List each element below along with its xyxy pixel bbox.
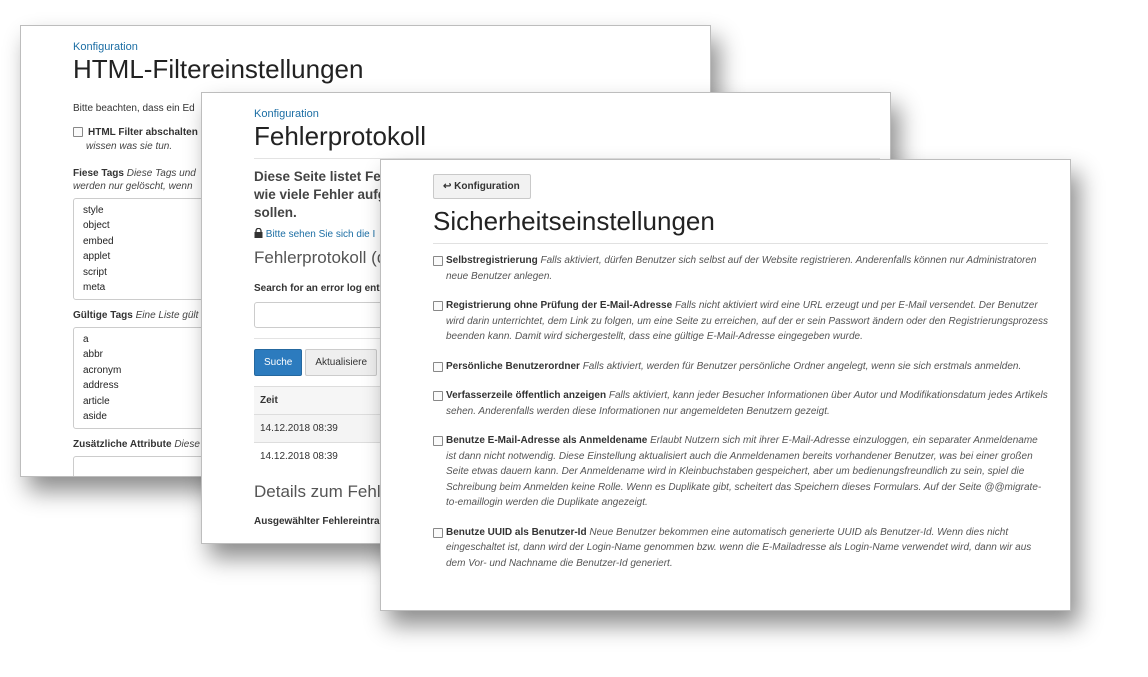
nasty-tags-label: Fiese Tags xyxy=(73,168,124,179)
setting-checkbox[interactable] xyxy=(433,256,443,266)
return-arrow-icon: ↩ xyxy=(443,181,452,192)
nasty-tags-help: Diese Tags und xyxy=(126,168,196,179)
setting-checkbox[interactable] xyxy=(433,361,443,372)
page-title: Sicherheitseinstellungen xyxy=(433,206,1048,244)
lock-icon xyxy=(254,227,263,238)
setting-self-registration: Selbstregistrierung Falls aktiviert, dür… xyxy=(433,253,1048,284)
setting-checkbox[interactable] xyxy=(433,527,443,538)
extra-attrs-help: Diese xyxy=(174,439,200,450)
page-title: HTML-Filtereinstellungen xyxy=(73,54,364,84)
setting-public-byline: Verfasserzeile öffentlich anzeigen Falls… xyxy=(433,388,1048,419)
breadcrumb-link[interactable]: Konfiguration xyxy=(73,41,700,53)
setting-no-email-validation: Registrierung ohne Prüfung der E-Mail-Ad… xyxy=(433,298,1048,345)
setting-label: Selbstregistrierung xyxy=(446,255,538,266)
setting-uuid-userid: Benutze UUID als Benutzer-Id Neue Benutz… xyxy=(433,525,1048,572)
page-title: Fehlerprotokoll xyxy=(254,121,880,159)
extra-attrs-label: Zusätzliche Attribute xyxy=(73,439,172,450)
setting-label: Verfasserzeile öffentlich anzeigen xyxy=(446,390,607,401)
setting-label: Registrierung ohne Prüfung der E-Mail-Ad… xyxy=(446,300,673,311)
valid-tags-label: Gültige Tags xyxy=(73,310,133,321)
refresh-button[interactable]: Aktualisiere xyxy=(305,349,378,376)
breadcrumb-link[interactable]: Konfiguration xyxy=(254,108,880,120)
setting-label: Benutze E-Mail-Adresse als Anmeldename xyxy=(446,435,648,446)
setting-personal-folders: Persönliche Benutzerordner Falls aktivie… xyxy=(433,359,1048,375)
setting-help: Falls aktiviert, werden für Benutzer per… xyxy=(582,360,1022,372)
setting-label: Persönliche Benutzerordner xyxy=(446,360,580,372)
disable-filter-checkbox[interactable] xyxy=(73,127,83,138)
setting-email-login: Benutze E-Mail-Adresse als Anmeldename E… xyxy=(433,433,1048,511)
setting-checkbox[interactable] xyxy=(433,301,443,311)
privacy-link-text: Bitte sehen Sie sich die I xyxy=(265,229,376,240)
setting-checkbox[interactable] xyxy=(433,391,443,401)
valid-tags-help: Eine Liste gült xyxy=(135,310,199,321)
disable-filter-label: HTML Filter abschalten xyxy=(88,127,198,138)
back-to-config-button[interactable]: ↩ Konfiguration xyxy=(433,174,531,199)
setting-label: Benutze UUID als Benutzer-Id xyxy=(446,526,587,538)
back-button-label: Konfiguration xyxy=(454,181,520,192)
search-button[interactable]: Suche xyxy=(254,349,303,376)
setting-checkbox[interactable] xyxy=(433,436,443,446)
security-settings-window: ↩ Konfiguration Sicherheitseinstellungen… xyxy=(380,159,1071,611)
